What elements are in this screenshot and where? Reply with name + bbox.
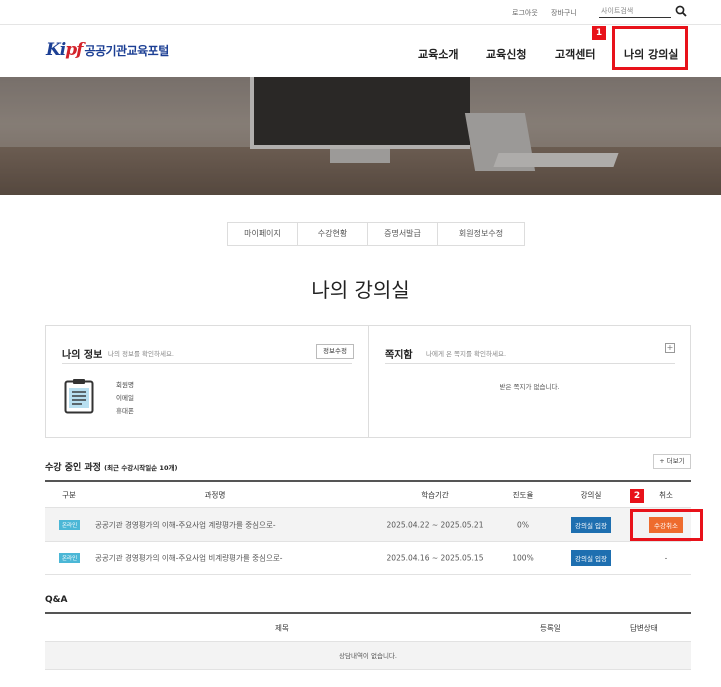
sub-tabs: 마이페이지 수강현황 증명서발급 회원정보수정 (227, 222, 525, 246)
plus-icon[interactable]: + (665, 343, 675, 353)
hero-shade (0, 77, 721, 195)
cancel-placeholder: - (664, 553, 668, 563)
col-progress: 진도율 (512, 490, 534, 499)
qa-empty-message: 상담내역이 없습니다. (45, 642, 691, 670)
inbox-panel: 쪽지함 나에게 온 쪽지를 확인하세요. + 받은 쪽지가 없습니다. (369, 326, 690, 437)
col-status: 답변상태 (630, 623, 658, 632)
my-info-desc: 나의 정보를 확인하세요. (108, 350, 174, 358)
member-name-label: 회원명 (116, 381, 134, 389)
nav-edu-apply[interactable]: 교육신청 (486, 46, 526, 62)
col-date: 등록일 (540, 623, 561, 632)
inbox-empty-message: 받은 쪽지가 없습니다. (499, 383, 560, 391)
courses-table: 구분 과정명 학습기간 진도율 강의실 취소 온라인 공공기관 경영평가의 이해… (45, 480, 691, 575)
table-row: 온라인 공공기관 경영평가의 이해-주요사업 비계량평가를 중심으로- 2025… (45, 542, 691, 575)
course-period: 2025.04.16 ~ 2025.05.15 (386, 553, 484, 563)
inbox-title: 쪽지함 (385, 350, 413, 361)
online-badge: 온라인 (59, 553, 81, 563)
my-info-panel: 나의 정보 나의 정보를 확인하세요. 정보수정 회원명 이메일 휴대폰 (46, 326, 369, 437)
nav-edu-intro[interactable]: 교육소개 (418, 46, 458, 62)
qa-header: 제목 등록일 답변상태 (45, 614, 691, 642)
inbox-desc: 나에게 온 쪽지를 확인하세요. (426, 350, 507, 358)
site-logo[interactable]: Kipf 공공기관교육포털 (46, 39, 169, 61)
my-info-title: 나의 정보 (62, 350, 103, 361)
col-classroom: 강의실 (580, 490, 602, 499)
room-cell: 강의실 입장 (565, 550, 617, 566)
col-title: 제목 (275, 623, 289, 632)
nav-customer-center[interactable]: 고객센터 (555, 46, 595, 62)
logout-link[interactable]: 로그아웃 (512, 9, 538, 17)
qa-table: 제목 등록일 답변상태 상담내역이 없습니다. (45, 612, 691, 670)
course-name[interactable]: 공공기관 경영평가의 이해-주요사업 비계량평가를 중심으로- (95, 553, 282, 564)
tab-course-status[interactable]: 수강현황 (298, 223, 368, 245)
logo-mark: Kipf (46, 40, 83, 60)
member-info-list: 회원명 이메일 휴대폰 (116, 379, 134, 418)
divider (385, 363, 675, 364)
hero-banner (0, 77, 721, 195)
logo-name: 공공기관교육포털 (84, 43, 169, 58)
page-title: 나의 강의실 (311, 278, 410, 302)
col-period: 학습기간 (421, 490, 449, 499)
col-type: 구분 (62, 490, 76, 499)
search-icon[interactable] (675, 5, 687, 17)
course-name[interactable]: 공공기관 경영평가의 이해-주요사업 계량평가를 중심으로- (95, 519, 276, 530)
annotation-badge-1: 1 (592, 26, 606, 40)
edit-info-button[interactable]: 정보수정 (316, 344, 354, 359)
divider (62, 363, 352, 364)
type-cell: 온라인 (59, 519, 81, 530)
member-email-label: 이메일 (116, 394, 134, 402)
online-badge: 온라인 (59, 519, 81, 530)
table-header: 구분 과정명 학습기간 진도율 강의실 취소 (45, 482, 691, 508)
course-period: 2025.04.22 ~ 2025.05.21 (386, 520, 484, 529)
member-phone-label: 휴대폰 (116, 407, 134, 415)
tab-member-info[interactable]: 회원정보수정 (438, 223, 524, 245)
courses-title: 수강 중인 과정 (45, 463, 101, 473)
courses-section-title: 수강 중인 과정 (최근 수강시작일순 10개) (45, 460, 177, 473)
tab-mypage[interactable]: 마이페이지 (228, 223, 298, 245)
info-panels: 나의 정보 나의 정보를 확인하세요. 정보수정 회원명 이메일 휴대폰 쪽지함… (45, 325, 691, 438)
annotation-badge-2: 2 (630, 489, 644, 503)
tab-certificate[interactable]: 증명서발급 (368, 223, 438, 245)
col-cancel: 취소 (659, 490, 673, 499)
course-progress: 100% (512, 553, 534, 563)
site-search-input[interactable]: 사이트검색 (599, 5, 671, 18)
table-row: 온라인 공공기관 경영평가의 이해-주요사업 계량평가를 중심으로- 2025.… (45, 508, 691, 542)
clipboard-icon (64, 379, 94, 414)
utility-bar: 로그아웃 장바구니 사이트검색 (0, 0, 721, 24)
utility-links: 로그아웃 장바구니 (512, 8, 588, 18)
type-cell: 온라인 (59, 553, 81, 563)
annotation-box-2 (630, 509, 703, 541)
room-cell: 강의실 입장 (565, 516, 617, 533)
annotation-box-1 (612, 26, 688, 70)
courses-subtitle: (최근 수강시작일순 10개) (104, 464, 178, 472)
col-course-name: 과정명 (204, 490, 226, 499)
qa-title: Q&A (45, 595, 68, 605)
course-progress: 0% (517, 520, 529, 529)
enter-classroom-button[interactable]: 강의실 입장 (571, 550, 611, 566)
more-courses-button[interactable]: + 더보기 (653, 454, 691, 469)
cart-link[interactable]: 장바구니 (551, 9, 577, 17)
enter-classroom-button[interactable]: 강의실 입장 (571, 516, 611, 533)
